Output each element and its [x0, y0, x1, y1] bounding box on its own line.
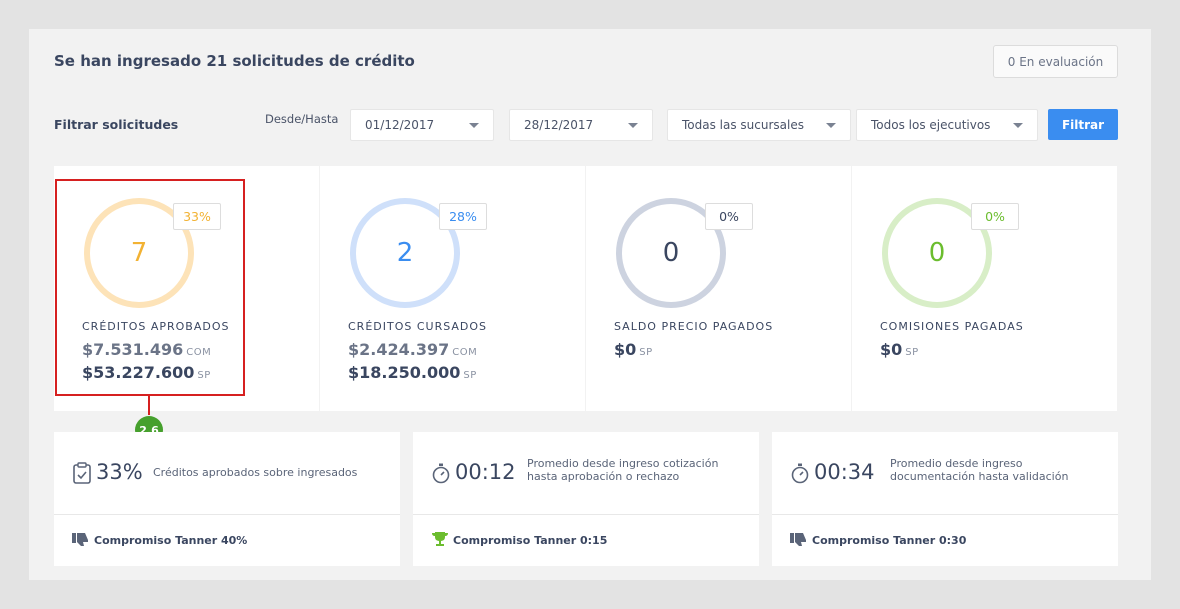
stat-description-line: hasta aprobación o rechazo [527, 470, 680, 483]
amount-unit: SP [905, 347, 919, 358]
kpi-title: CRÉDITOS CURSADOS [348, 320, 488, 333]
chevron-down-icon [469, 123, 479, 128]
kpi-title: COMISIONES PAGADAS [880, 320, 1024, 333]
kpi-value: 2 [396, 238, 414, 268]
thumbs-down-icon [72, 533, 88, 546]
stat-description-line: documentación hasta validación [890, 470, 1069, 483]
stat-card-validation-time: 00:34 Promedio desde ingreso documentaci… [772, 432, 1118, 566]
kpi-amount: $0 SP [614, 340, 653, 359]
amount-unit: SP [463, 370, 477, 381]
thumbs-down-icon [790, 533, 806, 546]
kpi-amount: $18.250.000 SP [348, 363, 477, 382]
amount-value: $0 [880, 340, 903, 359]
kpi-percent-badge: 28% [439, 203, 487, 230]
stat-commitment: Compromiso Tanner 0:15 [453, 534, 608, 547]
stat-commitment: Compromiso Tanner 40% [94, 534, 248, 547]
kpi-card-disbursed: 2 28% CRÉDITOS CURSADOS $2.424.397 COM $1… [320, 166, 585, 411]
stat-description-line: Promedio desde ingreso cotización [527, 457, 719, 470]
kpi-card-commissions: 0 0% COMISIONES PAGADAS $0 SP [852, 166, 1117, 411]
stat-value: 00:12 [455, 460, 516, 484]
date-to-value: 28/12/2017 [524, 118, 594, 132]
stat-description: Créditos aprobados sobre ingresados [153, 466, 358, 479]
kpi-value: 0 [928, 238, 946, 268]
stat-commitment: Compromiso Tanner 0:30 [812, 534, 967, 547]
stat-card-approval-rate: 33% Créditos aprobados sobre ingresados … [54, 432, 400, 566]
stat-description-line: Promedio desde ingreso [890, 457, 1023, 470]
kpi-value: 0 [662, 238, 680, 268]
highlight-connector [148, 396, 150, 415]
clipboard-check-icon [73, 462, 91, 484]
chevron-down-icon [628, 123, 638, 128]
filter-label: Filtrar solicitudes [54, 117, 179, 132]
stat-description: Promedio desde ingreso cotización hasta … [527, 457, 718, 483]
page-title: Se han ingresado 21 solicitudes de crédi… [54, 52, 415, 70]
date-from-value: 01/12/2017 [365, 118, 435, 132]
amount-value: $18.250.000 [348, 363, 461, 382]
in-evaluation-button[interactable]: 0 En evaluación [993, 45, 1118, 78]
kpi-card-balance: 0 0% SALDO PRECIO PAGADOS $0 SP [586, 166, 851, 411]
executive-select[interactable]: Todos los ejecutivos [856, 109, 1038, 141]
date-range-label: Desde/Hasta [265, 112, 339, 126]
stopwatch-icon [791, 463, 809, 484]
amount-value: $2.424.397 [348, 340, 450, 359]
amount-value: $0 [614, 340, 637, 359]
highlight-box [55, 179, 245, 396]
kpi-amount: $0 SP [880, 340, 919, 359]
stat-value: 33% [96, 460, 143, 484]
stopwatch-icon [432, 463, 450, 484]
date-to-select[interactable]: 28/12/2017 [509, 109, 653, 141]
branch-value: Todas las sucursales [682, 118, 804, 132]
kpi-amount: $2.424.397 COM [348, 340, 477, 359]
branch-select[interactable]: Todas las sucursales [667, 109, 851, 141]
amount-unit: COM [452, 347, 478, 358]
kpi-title: SALDO PRECIO PAGADOS [614, 320, 774, 333]
trophy-icon [432, 532, 448, 546]
chevron-down-icon [1013, 123, 1023, 128]
stat-description: Promedio desde ingreso documentación has… [890, 457, 1068, 483]
stat-card-quote-time: 00:12 Promedio desde ingreso cotización … [413, 432, 759, 566]
executive-value: Todos los ejecutivos [871, 118, 991, 132]
filter-button[interactable]: Filtrar [1048, 109, 1118, 140]
kpi-percent-badge: 0% [705, 203, 753, 230]
date-from-select[interactable]: 01/12/2017 [350, 109, 494, 141]
stat-value: 00:34 [814, 460, 875, 484]
kpi-percent-badge: 0% [971, 203, 1019, 230]
amount-unit: SP [639, 347, 653, 358]
chevron-down-icon [826, 123, 836, 128]
